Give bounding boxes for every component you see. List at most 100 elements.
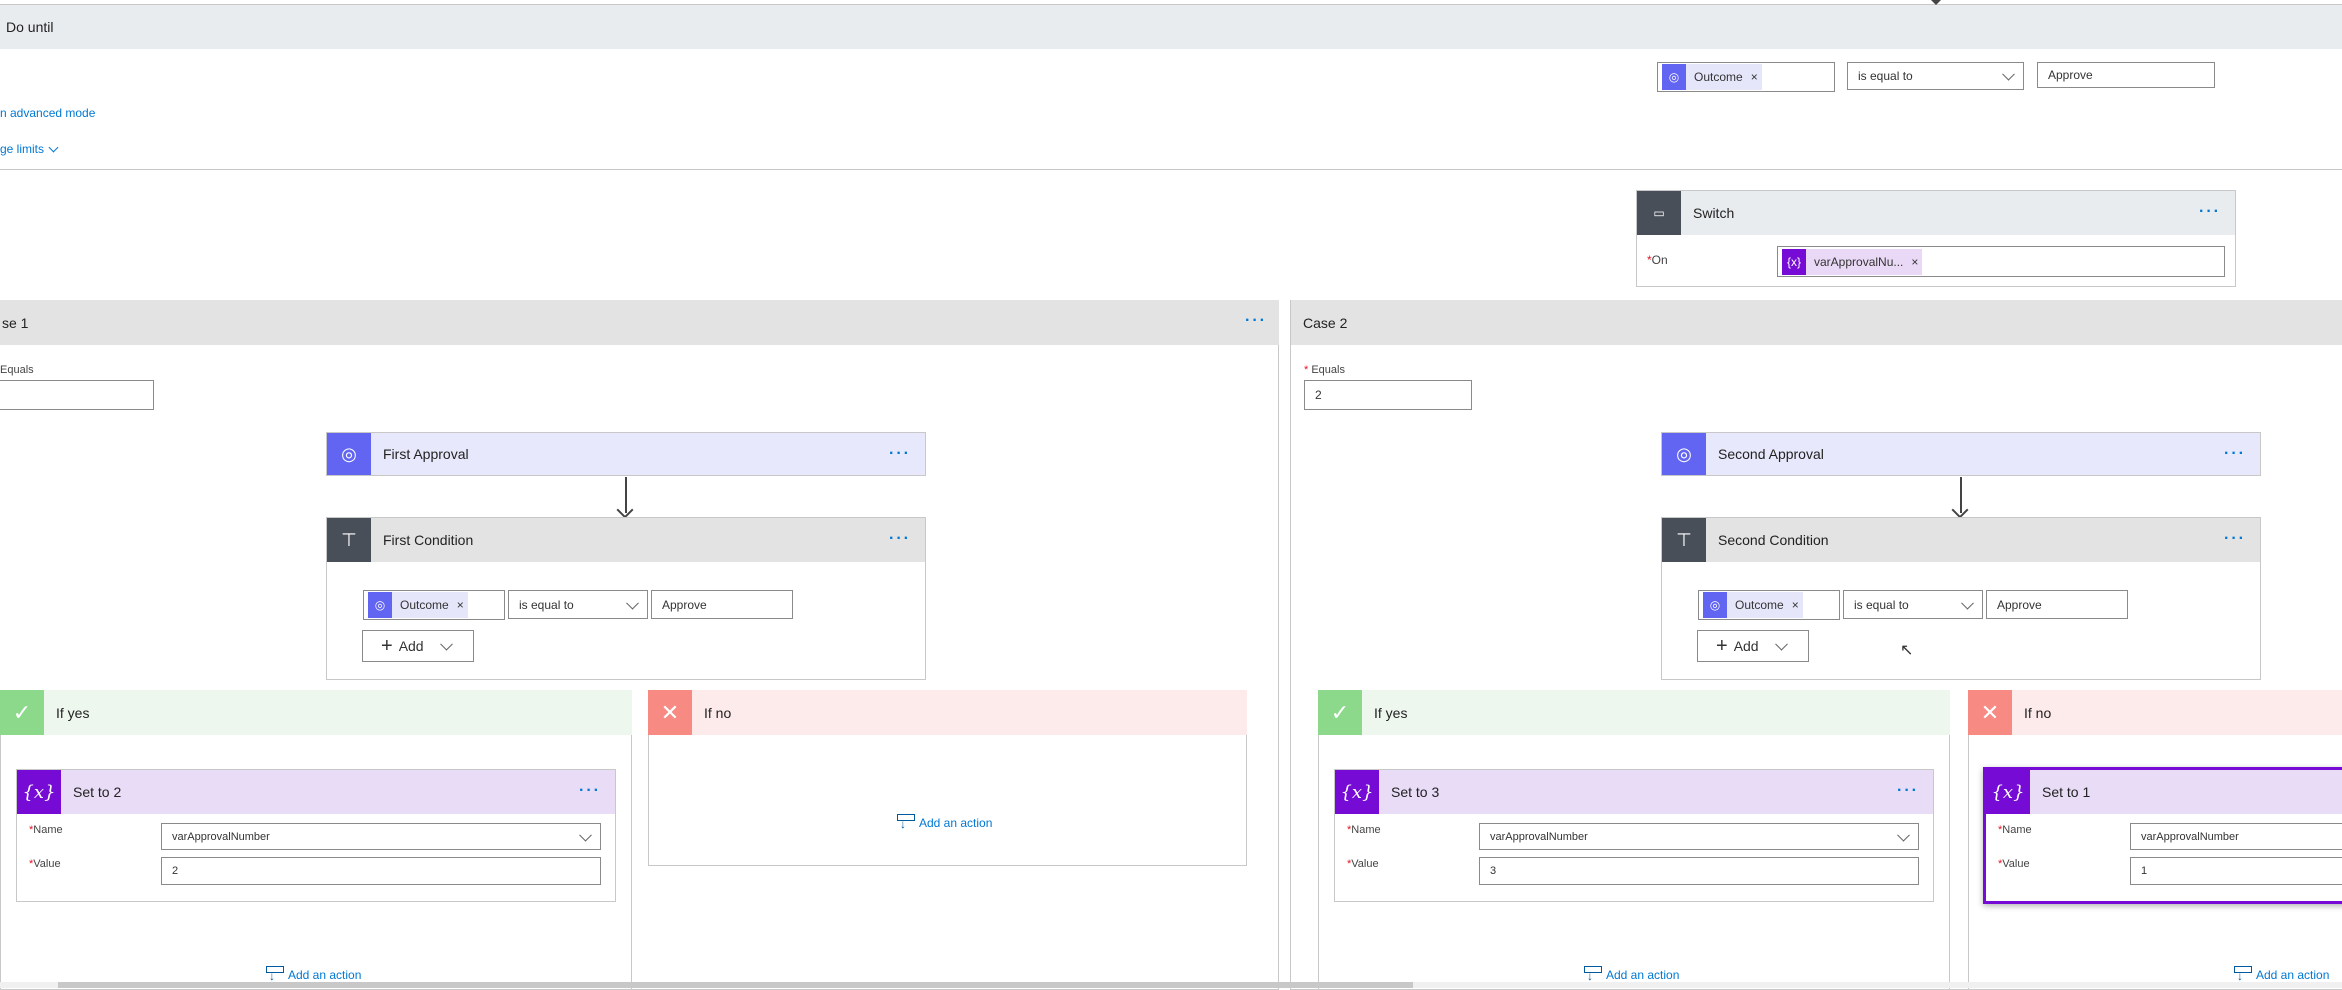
do-until-operator-select[interactable]: is equal to <box>1847 62 2024 90</box>
if-no-header[interactable]: ✕ If no <box>648 690 1247 735</box>
approval-title: Second Approval <box>1718 446 1824 462</box>
more-options-icon[interactable]: ··· <box>889 445 911 463</box>
case-2-header[interactable]: Case 2 <box>1291 300 2342 345</box>
approval-icon: ◎ <box>327 433 371 475</box>
variable-value-input[interactable]: 1 <box>2130 857 2342 885</box>
do-until-value-input[interactable]: Approve <box>2037 62 2215 88</box>
var-token[interactable]: {x} varApprovalNu... × <box>1782 248 1923 275</box>
more-options-icon[interactable]: ··· <box>2224 445 2246 463</box>
variable-name-select[interactable]: varApprovalNumber <box>2130 823 2342 850</box>
condition-value-input[interactable]: Approve <box>651 590 793 619</box>
do-until-token-field[interactable]: ◎ Outcome × <box>1657 62 1835 92</box>
set-variable-card[interactable]: {x} Set to 3 ··· *Name varApprovalNumber *… <box>1334 769 1934 902</box>
variable-value-input[interactable]: 3 <box>1479 857 1919 885</box>
do-until-header[interactable]: Do until <box>0 5 2342 49</box>
more-options-icon[interactable]: ··· <box>1245 312 1267 330</box>
variable-icon: {x} <box>1335 770 1379 814</box>
name-label: *Name <box>1347 824 1381 836</box>
name-label: *Name <box>1998 824 2032 836</box>
case-2-equals-label: * Equals <box>1304 364 1345 376</box>
case-2-title: Case 2 <box>1303 314 1348 331</box>
remove-token-icon[interactable]: × <box>1911 255 1922 269</box>
condition-icon: ⊤ <box>1662 518 1706 562</box>
value-label: *Value <box>29 858 61 870</box>
outcome-token[interactable]: ◎ Outcome × <box>1703 592 1803 618</box>
approval-card[interactable]: ◎ Second Approval ··· <box>1661 432 2261 476</box>
chevron-down-icon <box>626 596 639 610</box>
approval-title: First Approval <box>383 446 469 462</box>
if-yes-header[interactable]: ✓ If yes <box>1318 690 1950 735</box>
more-options-icon[interactable]: ··· <box>579 782 601 800</box>
more-options-icon[interactable]: ··· <box>1897 782 1919 800</box>
chevron-down-icon <box>440 637 453 651</box>
more-options-icon[interactable]: ··· <box>2199 203 2221 221</box>
switch-card[interactable]: ▭ Switch ··· *On {x} varApprovalNu... × <box>1636 190 2236 287</box>
advanced-mode-link[interactable]: n advanced mode <box>0 106 95 120</box>
value-label: *Value <box>1998 858 2030 870</box>
chevron-down-icon <box>48 142 59 152</box>
chevron-down-icon <box>1775 637 1788 651</box>
if-yes-title: If yes <box>56 704 90 721</box>
more-options-icon[interactable]: ··· <box>889 530 911 548</box>
case-1-title: se 1 <box>2 314 29 331</box>
set-variable-card[interactable]: {x} Set to 2 ··· *Name varApprovalNumber *… <box>16 769 616 902</box>
condition-token-field[interactable]: ◎ Outcome × <box>363 590 505 620</box>
chevron-down-icon <box>1897 828 1910 842</box>
chevron-down-icon <box>2002 67 2015 81</box>
condition-card[interactable]: ⊤ First Condition ··· ◎ Outcome × is equal t… <box>326 517 926 680</box>
switch-on-field[interactable]: {x} varApprovalNu... × <box>1777 246 2225 277</box>
add-action-icon <box>897 814 915 832</box>
variable-icon: {x} <box>17 770 61 814</box>
approval-card[interactable]: ◎ First Approval ··· <box>326 432 926 476</box>
case-1-equals-input[interactable] <box>0 380 154 410</box>
condition-icon: ⊤ <box>327 518 371 562</box>
condition-card[interactable]: ⊤ Second Condition ··· ◎ Outcome × is equal … <box>1661 517 2261 680</box>
if-no-header[interactable]: ✕ If no <box>1968 690 2342 735</box>
case-2-equals-input[interactable]: 2 <box>1304 380 1472 410</box>
divider <box>0 169 2342 170</box>
add-an-action-link[interactable]: Add an action <box>897 814 992 832</box>
value-label: *Value <box>1347 858 1379 870</box>
if-no-title: If no <box>704 704 732 721</box>
plus-icon: + <box>381 634 393 657</box>
scrollbar-thumb[interactable] <box>58 982 1413 988</box>
approval-icon: ◎ <box>368 592 392 618</box>
checkmark-icon: ✓ <box>0 690 44 735</box>
close-x-icon: ✕ <box>1968 690 2012 735</box>
close-x-icon: ✕ <box>648 690 692 735</box>
add-button[interactable]: + Add <box>362 630 474 662</box>
approval-icon: ◎ <box>1662 64 1686 90</box>
condition-token-field[interactable]: ◎ Outcome × <box>1698 590 1840 620</box>
condition-value-input[interactable]: Approve <box>1986 590 2128 619</box>
add-button[interactable]: + Add <box>1697 630 1809 662</box>
horizontal-scrollbar[interactable] <box>0 982 2342 988</box>
set-variable-title: Set to 3 <box>1391 784 1440 800</box>
set-variable-title: Set to 2 <box>73 784 122 800</box>
remove-token-icon[interactable]: × <box>457 598 468 612</box>
do-until-title: Do until <box>6 19 54 35</box>
remove-token-icon[interactable]: × <box>1792 598 1803 612</box>
change-limits-link[interactable]: ge limits <box>0 142 59 156</box>
chevron-down-icon <box>1961 596 1974 610</box>
on-label: *On <box>1647 253 1668 267</box>
plus-icon: + <box>1716 634 1728 657</box>
name-label: *Name <box>29 824 63 836</box>
chevron-down-icon <box>579 828 592 842</box>
if-yes-header[interactable]: ✓ If yes <box>0 690 632 735</box>
condition-operator-select[interactable]: is equal to <box>508 590 648 619</box>
condition-operator-select[interactable]: is equal to <box>1843 590 1983 619</box>
condition-title: Second Condition <box>1718 532 1829 548</box>
variable-value-input[interactable]: 2 <box>161 857 601 885</box>
mouse-cursor: ↖ <box>1900 642 1914 659</box>
switch-title: Switch <box>1693 205 1735 221</box>
outcome-token[interactable]: ◎ Outcome × <box>1662 64 1762 90</box>
set-variable-title: Set to 1 <box>2042 784 2091 800</box>
variable-name-select[interactable]: varApprovalNumber <box>161 823 601 850</box>
case-1-header[interactable]: se 1 ··· <box>0 300 1279 345</box>
outcome-token[interactable]: ◎ Outcome × <box>368 592 468 618</box>
remove-token-icon[interactable]: × <box>1751 70 1762 84</box>
more-options-icon[interactable]: ··· <box>2224 530 2246 548</box>
approval-icon: ◎ <box>1703 592 1727 618</box>
set-variable-card[interactable]: {x} Set to 1 *Name varApprovalNumber *Val… <box>1983 767 2342 904</box>
variable-name-select[interactable]: varApprovalNumber <box>1479 823 1919 850</box>
